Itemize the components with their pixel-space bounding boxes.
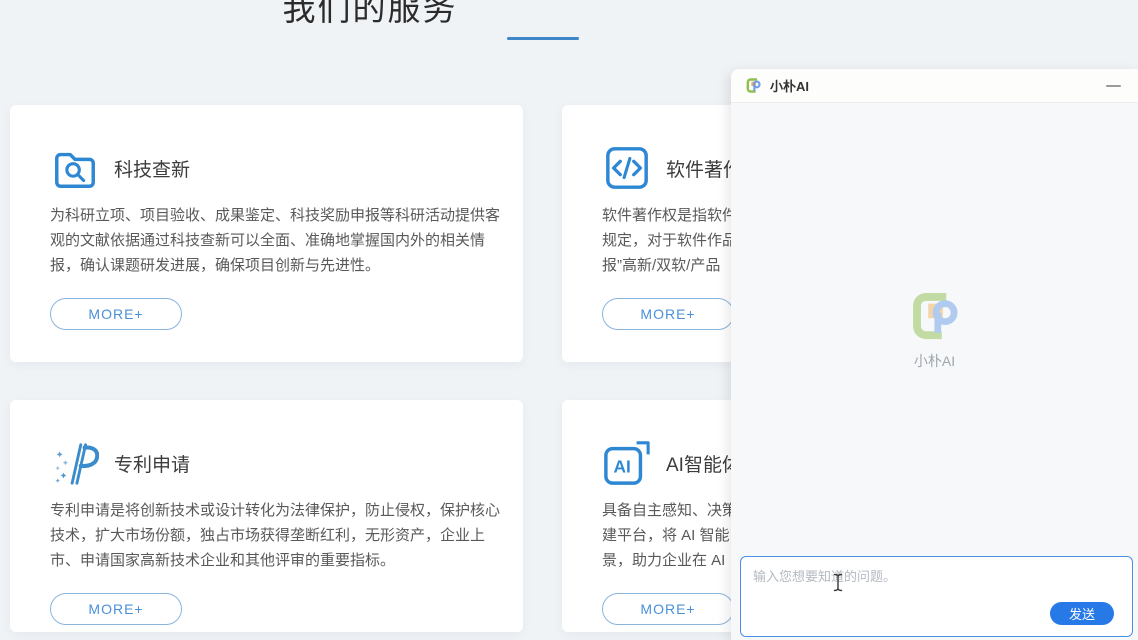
chat-header: 小朴AI [731,69,1138,103]
card-head: 科技查新 [50,143,483,193]
folder-search-icon [50,144,100,192]
chat-title: 小朴AI [770,76,809,95]
desc-line: 报，确认课题研发进展，确保项目创新与先进性。 [50,253,483,278]
desc-line: 观的文献依据通过科技查新可以全面、准确地掌握国内外的相关情 [50,228,483,253]
card-title: AI智能体 [666,450,741,477]
card-tech-novelty-search: 科技查新 为科研立项、项目验收、成果鉴定、科技奖励申报等科研活动提供客 观的文献… [10,105,523,362]
title-underline [507,37,579,40]
chat-widget: 小朴AI 小朴AI 发送 [731,69,1138,640]
page-title: 我们的服务 [0,0,740,27]
desc-line: 为科研立项、项目验收、成果鉴定、科技奖励申报等科研活动提供客 [50,203,483,228]
chat-logo-icon [745,77,762,94]
more-button[interactable]: MORE+ [50,593,182,625]
chat-watermark-logo-icon [908,289,962,343]
send-button[interactable]: 发送 [1050,602,1114,625]
desc-line: 技术，扩大市场份额，独占市场获得垄断红利，无形资产，企业上 [50,523,483,548]
minimize-button[interactable] [1102,76,1124,96]
desc-line: 市、申请国家高新技术企业和其他评审的重要指标。 [50,548,483,573]
ai-icon-text: AI [614,457,631,477]
code-icon [602,144,652,192]
minimize-icon [1106,85,1121,87]
desc-line: 专利申请是将创新技术或设计转化为法律保护，防止侵权，保护核心 [50,498,483,523]
more-button[interactable]: MORE+ [602,593,734,625]
card-description: 为科研立项、项目验收、成果鉴定、科技奖励申报等科研活动提供客 观的文献依据通过科… [50,203,483,278]
card-description: 专利申请是将创新技术或设计转化为法律保护，防止侵权，保护核心 技术，扩大市场份额… [50,498,483,573]
chat-input-container: 发送 [740,556,1133,637]
patent-logo-icon [50,439,100,487]
text-cursor-icon [832,573,844,592]
chat-watermark-label: 小朴AI [914,351,955,371]
card-title: 专利申请 [114,450,190,477]
card-title: 科技查新 [114,155,190,182]
more-button[interactable]: MORE+ [50,298,182,330]
chat-watermark: 小朴AI [908,289,962,371]
card-patent-application: 专利申请 专利申请是将创新技术或设计转化为法律保护，防止侵权，保护核心 技术，扩… [10,400,523,632]
card-head: 专利申请 [50,438,483,488]
ai-agent-icon: AI [602,439,652,487]
more-button[interactable]: MORE+ [602,298,734,330]
